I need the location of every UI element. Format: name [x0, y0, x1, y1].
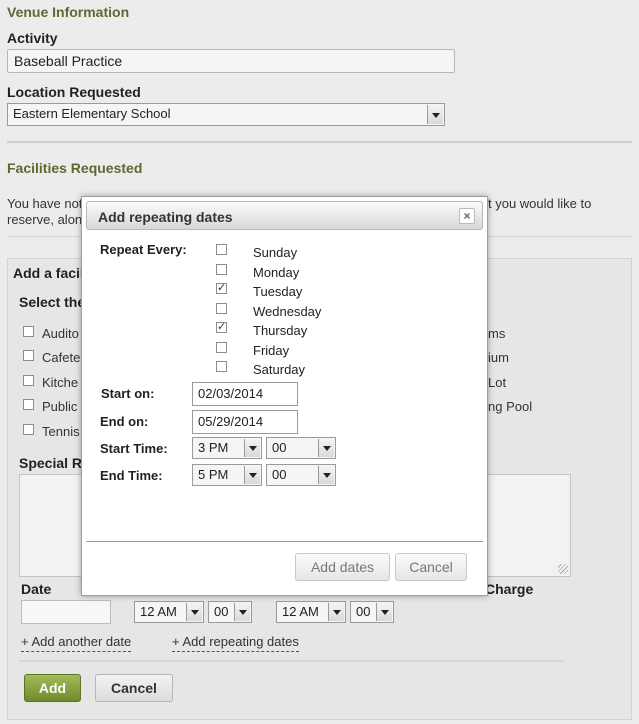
facility-label: Tennis	[42, 424, 80, 439]
start-hour-value: 12 AM	[140, 604, 177, 619]
day-label-wednesday: Wednesday	[253, 304, 322, 319]
dialog-cancel-button[interactable]: Cancel	[395, 553, 467, 581]
end-time-label: End Time:	[100, 468, 163, 483]
day-label-sunday: Sunday	[253, 245, 298, 260]
location-selected-value: Eastern Elementary School	[13, 106, 171, 121]
section-divider	[7, 141, 632, 143]
location-select[interactable]: Eastern Elementary School	[7, 103, 445, 126]
start-on-input[interactable]: 02/03/2014	[192, 382, 298, 406]
dialog-title-bar[interactable]: Add repeating dates ×	[86, 201, 483, 230]
start-minute-select[interactable]: 00	[208, 601, 252, 623]
day-label-tuesday: Tuesday	[253, 284, 303, 299]
facility-checkbox[interactable]	[23, 375, 34, 386]
day-label-thursday: Thursday	[253, 323, 308, 338]
day-checkbox-tuesday[interactable]	[216, 281, 227, 294]
facilities-notice-left: You have not	[7, 196, 83, 211]
end-hour-select[interactable]: 12 AM	[276, 601, 346, 623]
dialog-title: Add repeating dates	[98, 209, 233, 225]
end-time-minute-select[interactable]: 00	[266, 464, 336, 486]
end-time-hour-select[interactable]: 5 PM	[192, 464, 262, 486]
start-time-label: Start Time:	[100, 441, 168, 456]
day-checkbox-friday[interactable]	[216, 342, 227, 353]
select-facility-label: Select the	[19, 294, 86, 310]
day-label-friday: Friday	[253, 343, 290, 358]
resize-handle[interactable]	[558, 564, 568, 574]
start-time-hour-value: 3 PM	[198, 440, 229, 455]
cancel-button[interactable]: Cancel	[95, 674, 173, 702]
start-hour-select[interactable]: 12 AM	[134, 601, 204, 623]
day-checkbox-sunday[interactable]	[216, 244, 227, 255]
start-on-label: Start on:	[101, 386, 155, 401]
facility-label: Kitche	[42, 375, 79, 390]
start-time-minute-select[interactable]: 00	[266, 437, 336, 459]
close-icon[interactable]: ×	[459, 208, 475, 224]
facility-checkbox[interactable]	[23, 350, 34, 361]
chevron-down-icon[interactable]	[244, 439, 260, 457]
day-checkbox-wednesday[interactable]	[216, 303, 227, 314]
facility-checkbox[interactable]	[23, 424, 34, 435]
date-input[interactable]	[21, 600, 111, 624]
start-time-minute-value: 00	[272, 440, 287, 455]
day-checkbox-saturday[interactable]	[216, 361, 227, 372]
day-checkbox-thursday[interactable]	[216, 320, 227, 333]
end-minute-value: 00	[356, 604, 371, 619]
chevron-down-icon[interactable]	[318, 439, 334, 457]
form-divider	[19, 660, 564, 662]
chevron-down-icon[interactable]	[427, 105, 443, 124]
end-on-label: End on:	[100, 414, 149, 429]
end-minute-select[interactable]: 00	[350, 601, 394, 623]
add-another-date-link[interactable]: + Add another date	[21, 634, 132, 652]
chevron-down-icon[interactable]	[234, 603, 250, 621]
facility-label: ms	[488, 326, 506, 341]
facilities-notice-right: t you would like to	[488, 196, 592, 211]
chevron-down-icon[interactable]	[318, 466, 334, 484]
add-dates-button[interactable]: Add dates	[295, 553, 390, 581]
add-facility-title: Add a facil	[13, 265, 84, 281]
add-repeating-dates-link[interactable]: + Add repeating dates	[172, 634, 299, 652]
facility-label: ng Pool	[488, 399, 533, 414]
facilities-notice-left2: reserve, alon	[7, 212, 83, 227]
facility-label: Lot	[488, 375, 507, 390]
date-label: Date	[21, 581, 52, 597]
add-button[interactable]: Add	[24, 674, 81, 702]
facility-label: Public	[42, 399, 78, 414]
activity-input[interactable]: Baseball Practice	[7, 49, 455, 73]
facility-label: Audito	[42, 326, 79, 341]
end-hour-value: 12 AM	[282, 604, 319, 619]
dialog-button-divider	[86, 541, 483, 542]
facility-checkbox[interactable]	[23, 399, 34, 410]
facilities-section-title: Facilities Requested	[7, 160, 143, 176]
repeat-every-label: Repeat Every:	[100, 242, 187, 257]
start-minute-value: 00	[214, 604, 229, 619]
start-time-hour-select[interactable]: 3 PM	[192, 437, 262, 459]
day-label-monday: Monday	[253, 265, 300, 280]
venue-section-title: Venue Information	[7, 4, 130, 20]
chevron-down-icon[interactable]	[186, 603, 202, 621]
chevron-down-icon[interactable]	[376, 603, 392, 621]
chevron-down-icon[interactable]	[328, 603, 344, 621]
location-label: Location Requested	[7, 84, 141, 100]
end-on-input[interactable]: 05/29/2014	[192, 410, 298, 434]
end-time-hour-value: 5 PM	[198, 467, 229, 482]
charge-label: Charge	[485, 581, 534, 597]
day-label-saturday: Saturday	[253, 362, 306, 377]
facility-label: Cafete	[42, 350, 81, 365]
facility-checkbox[interactable]	[23, 326, 34, 337]
chevron-down-icon[interactable]	[244, 466, 260, 484]
repeating-dates-dialog: Add repeating dates × Repeat Every: Sund…	[81, 196, 488, 596]
activity-label: Activity	[7, 30, 58, 46]
facility-label: ium	[488, 350, 509, 365]
day-checkbox-monday[interactable]	[216, 264, 227, 275]
end-time-minute-value: 00	[272, 467, 287, 482]
special-requests-label: Special Re	[19, 455, 90, 471]
